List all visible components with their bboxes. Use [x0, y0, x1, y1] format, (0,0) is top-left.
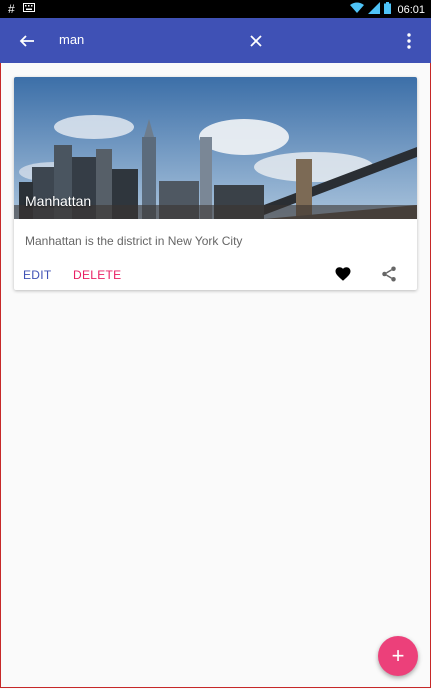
keyboard-icon	[22, 3, 35, 15]
battery-icon	[384, 2, 392, 17]
search-input[interactable]	[59, 32, 229, 47]
edit-button[interactable]: EDIT	[23, 268, 52, 282]
status-bar: # 06:01	[0, 0, 431, 18]
hash-icon: #	[8, 2, 15, 16]
back-arrow-icon[interactable]	[16, 30, 38, 52]
share-icon[interactable]	[380, 265, 398, 283]
place-card: Manhattan Manhattan is the district in N…	[14, 77, 417, 290]
status-time: 06:01	[397, 3, 425, 16]
more-vert-icon[interactable]	[398, 30, 420, 52]
delete-button[interactable]: DELETE	[73, 268, 121, 282]
place-photo[interactable]: Manhattan	[14, 77, 417, 219]
search-app-bar	[0, 18, 431, 63]
wifi-icon	[350, 2, 365, 17]
place-title: Manhattan	[25, 193, 92, 209]
place-description: Manhattan is the district in New York Ci…	[25, 234, 243, 248]
clear-icon[interactable]	[245, 30, 267, 52]
add-place-fab[interactable]: +	[378, 636, 418, 676]
signal-icon	[368, 2, 381, 17]
favorite-icon[interactable]	[334, 265, 352, 283]
